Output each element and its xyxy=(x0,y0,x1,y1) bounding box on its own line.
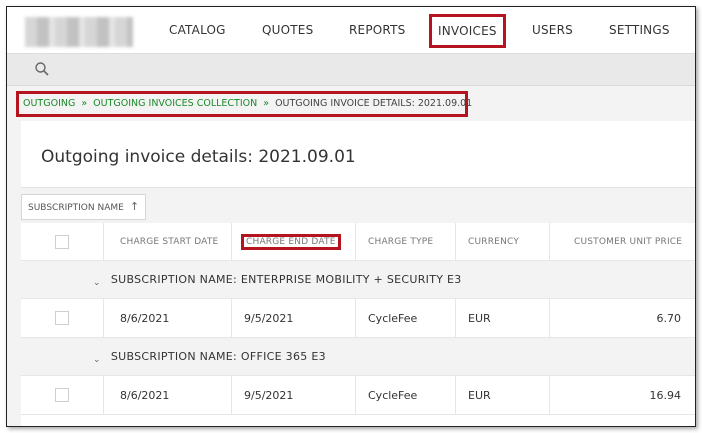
row-select-cell xyxy=(21,376,103,414)
search-bar[interactable] xyxy=(7,54,695,86)
cell-charge-type: CycleFee xyxy=(355,299,455,337)
cell-charge-end-date: 9/5/2021 xyxy=(231,299,355,337)
breadcrumb: OUTGOING » OUTGOING INVOICES COLLECTION » OU… xyxy=(16,91,472,117)
grouping-bar: SUBSCRIPTION NAME ↑ xyxy=(21,187,695,224)
group-chip-label: SUBSCRIPTION NAME xyxy=(28,203,124,213)
group-label: SUBSCRIPTION NAME: ENTERPRISE MOBILITY +… xyxy=(110,273,462,286)
chevron-down-icon[interactable]: ⌄ xyxy=(93,278,101,288)
chevron-down-icon[interactable]: ⌄ xyxy=(93,355,101,365)
cell-currency: EUR xyxy=(455,299,549,337)
group-label: SUBSCRIPTION NAME: OFFICE 365 E3 xyxy=(110,350,326,363)
select-all-checkbox[interactable] xyxy=(55,234,69,249)
cell-customer-unit-price: 6.70 xyxy=(549,299,695,337)
app-window: CATALOG QUOTES REPORTS INVOICES USERS SE… xyxy=(6,6,696,427)
sort-ascending-icon[interactable]: ↑ xyxy=(130,195,139,219)
nav-catalog[interactable]: CATALOG xyxy=(169,7,226,53)
nav-reports[interactable]: REPORTS xyxy=(349,7,405,53)
cell-charge-start-date: 8/6/2021 xyxy=(103,376,231,414)
group-row[interactable]: ⌄ SUBSCRIPTION NAME: ENTERPRISE MOBILITY… xyxy=(21,261,695,299)
nav-invoices[interactable]: INVOICES xyxy=(429,14,506,48)
table-row[interactable]: 8/6/2021 9/5/2021 CycleFee EUR 16.94 xyxy=(21,376,695,415)
group-by-subscription-name-chip[interactable]: SUBSCRIPTION NAME ↑ xyxy=(21,194,147,220)
table-row[interactable]: 8/6/2021 9/5/2021 CycleFee EUR 6.70 xyxy=(21,299,695,338)
header-charge-type[interactable]: CHARGE TYPE xyxy=(355,223,455,260)
cell-customer-unit-price: 16.94 xyxy=(549,376,695,414)
header-charge-end-date-label: CHARGE END DATE xyxy=(238,231,344,253)
table-header-row: CHARGE START DATE CHARGE END DATE CHARGE… xyxy=(21,223,695,261)
invoice-details-card: Outgoing invoice details: 2021.09.01 SUB… xyxy=(21,121,695,426)
nav-settings[interactable]: SETTINGS xyxy=(609,7,670,53)
cell-charge-end-date: 9/5/2021 xyxy=(231,376,355,414)
group-label-cell: ⌄ SUBSCRIPTION NAME: OFFICE 365 E3 xyxy=(93,338,326,375)
breadcrumb-outgoing-invoices-collection[interactable]: OUTGOING INVOICES COLLECTION xyxy=(93,98,257,109)
header-select-cell xyxy=(21,223,103,260)
search-icon[interactable] xyxy=(34,61,50,77)
row-select-cell xyxy=(21,299,103,337)
group-row[interactable]: ⌄ SUBSCRIPTION NAME: OFFICE 365 E3 xyxy=(21,338,695,376)
top-navigation: CATALOG QUOTES REPORTS INVOICES USERS SE… xyxy=(7,7,695,54)
breadcrumb-current: OUTGOING INVOICE DETAILS: 2021.09.01 xyxy=(275,98,473,109)
invoice-lines-table: CHARGE START DATE CHARGE END DATE CHARGE… xyxy=(21,223,695,415)
cell-currency: EUR xyxy=(455,376,549,414)
row-checkbox[interactable] xyxy=(55,388,69,402)
breadcrumb-outgoing[interactable]: OUTGOING xyxy=(23,98,75,109)
header-charge-end-date[interactable]: CHARGE END DATE xyxy=(231,223,355,260)
cell-charge-start-date: 8/6/2021 xyxy=(103,299,231,337)
group-label-cell: ⌄ SUBSCRIPTION NAME: ENTERPRISE MOBILITY… xyxy=(93,261,462,298)
nav-quotes[interactable]: QUOTES xyxy=(262,7,313,53)
cell-charge-type: CycleFee xyxy=(355,376,455,414)
nav-users[interactable]: USERS xyxy=(532,7,573,53)
row-checkbox[interactable] xyxy=(55,311,69,325)
breadcrumb-separator: » xyxy=(263,98,270,109)
page-title: Outgoing invoice details: 2021.09.01 xyxy=(41,147,356,167)
blurred-logo xyxy=(25,17,133,47)
header-charge-start-date[interactable]: CHARGE START DATE xyxy=(103,223,231,260)
header-customer-unit-price[interactable]: CUSTOMER UNIT PRICE xyxy=(549,223,695,260)
breadcrumb-separator: » xyxy=(81,98,88,109)
header-currency[interactable]: CURRENCY xyxy=(455,223,549,260)
